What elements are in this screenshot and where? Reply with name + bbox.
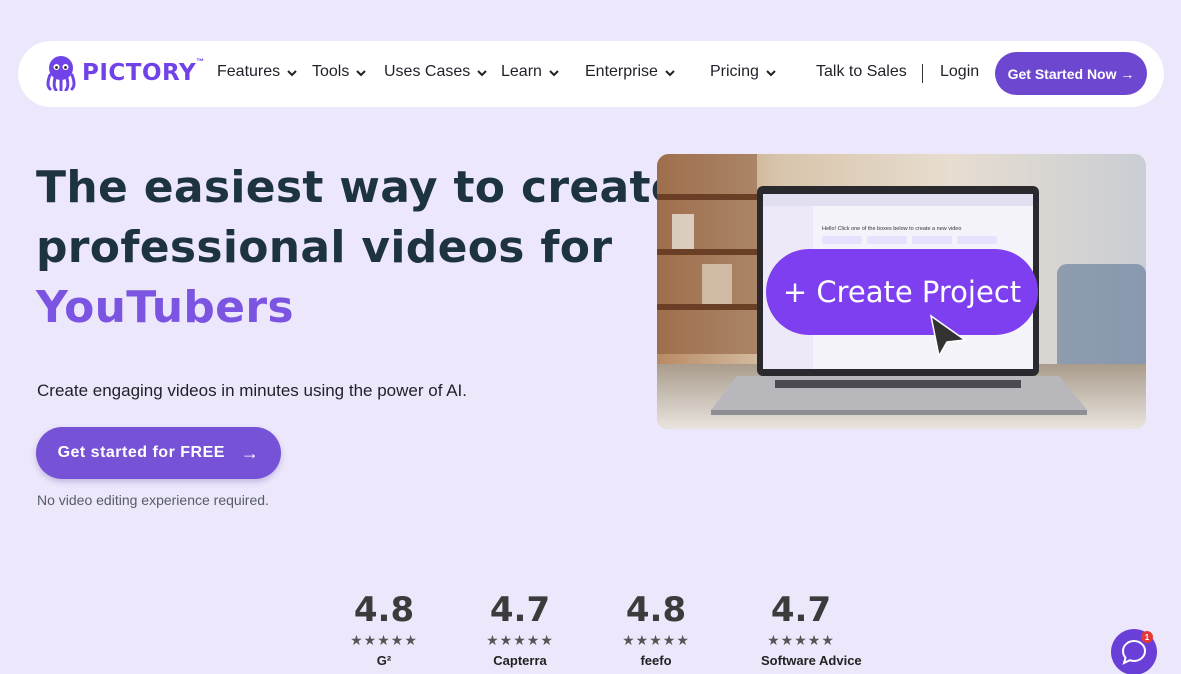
rating-stars: ★★★★★ bbox=[767, 632, 835, 648]
screen-greeting: Hello! Click one of the boxes below to c… bbox=[822, 226, 961, 232]
rating-stars: ★★★★★ bbox=[622, 632, 690, 648]
rating-score: 4.8 bbox=[353, 590, 415, 630]
laptop-scene-illustration: Hello! Click one of the boxes below to c… bbox=[657, 154, 1146, 429]
capterra-logo: Capterra bbox=[493, 653, 547, 668]
nav-use-cases[interactable]: Uses Cases bbox=[384, 63, 487, 81]
chevron-down-icon bbox=[665, 70, 675, 77]
nav-learn-label: Learn bbox=[501, 63, 542, 80]
get-started-free-button[interactable]: Get started for FREE → bbox=[36, 427, 281, 479]
get-started-now-button[interactable]: Get Started Now → bbox=[995, 52, 1147, 95]
nav-divider bbox=[922, 64, 923, 83]
hero-title-line-1: The easiest way to create bbox=[36, 162, 681, 213]
create-project-label: + Create Project bbox=[783, 275, 1021, 309]
nav-features[interactable]: Features bbox=[217, 63, 297, 81]
software-advice-logo: Software Advice bbox=[761, 653, 862, 668]
hero-laptop-image: Hello! Click one of the boxes below to c… bbox=[657, 154, 1146, 429]
login-link[interactable]: Login bbox=[940, 63, 979, 81]
rating-feefo: 4.8 ★★★★★ feefo bbox=[616, 590, 696, 668]
get-started-free-label: Get started for FREE bbox=[57, 444, 225, 461]
nav-tools[interactable]: Tools bbox=[312, 63, 367, 81]
nav-tools-label: Tools bbox=[312, 63, 350, 80]
chevron-down-icon bbox=[287, 70, 297, 77]
nav-features-label: Features bbox=[217, 63, 281, 80]
top-navigation: PICTORY ™ Features Tools Uses Cases Lear… bbox=[18, 41, 1164, 107]
rating-stars: ★★★★★ bbox=[350, 632, 418, 648]
chevron-down-icon bbox=[477, 70, 487, 77]
chevron-down-icon bbox=[549, 70, 559, 77]
g2-logo: G² bbox=[376, 653, 392, 668]
octopus-logo-icon bbox=[46, 56, 76, 91]
rating-g2: 4.8 ★★★★★ G² bbox=[344, 590, 424, 668]
rating-stars: ★★★★★ bbox=[486, 632, 554, 648]
hero-subtitle: Create engaging videos in minutes using … bbox=[37, 381, 467, 400]
chevron-down-icon bbox=[356, 70, 367, 77]
chevron-down-icon bbox=[766, 70, 776, 77]
hero-title: The easiest way to create professional v… bbox=[36, 158, 681, 338]
rating-score: 4.7 bbox=[489, 590, 551, 630]
arrow-right-icon: → bbox=[240, 442, 260, 463]
rating-capterra: 4.7 ★★★★★ Capterra bbox=[480, 590, 560, 668]
nav-use-cases-label: Uses Cases bbox=[384, 63, 471, 80]
feefo-logo: feefo bbox=[640, 653, 672, 668]
trademark: ™ bbox=[196, 56, 205, 66]
nav-pricing[interactable]: Pricing bbox=[710, 63, 776, 81]
nav-enterprise[interactable]: Enterprise bbox=[585, 63, 675, 81]
talk-to-sales-link[interactable]: Talk to Sales bbox=[816, 63, 907, 81]
rating-software-advice: 4.7 ★★★★★ Software Advice bbox=[761, 590, 862, 668]
nav-pricing-label: Pricing bbox=[710, 63, 759, 80]
hero-note: No video editing experience required. bbox=[37, 492, 269, 508]
pictory-logo[interactable]: PICTORY ™ bbox=[44, 55, 204, 91]
hero-title-line-2: professional videos for bbox=[36, 222, 613, 273]
hero-title-accent: YouTubers bbox=[36, 282, 294, 333]
rating-score: 4.8 bbox=[625, 590, 687, 630]
brand-name: PICTORY bbox=[82, 60, 197, 86]
rating-score: 4.7 bbox=[770, 590, 832, 630]
nav-enterprise-label: Enterprise bbox=[585, 63, 658, 80]
chat-notification-badge: 1 bbox=[1141, 631, 1153, 643]
nav-learn[interactable]: Learn bbox=[501, 63, 559, 81]
